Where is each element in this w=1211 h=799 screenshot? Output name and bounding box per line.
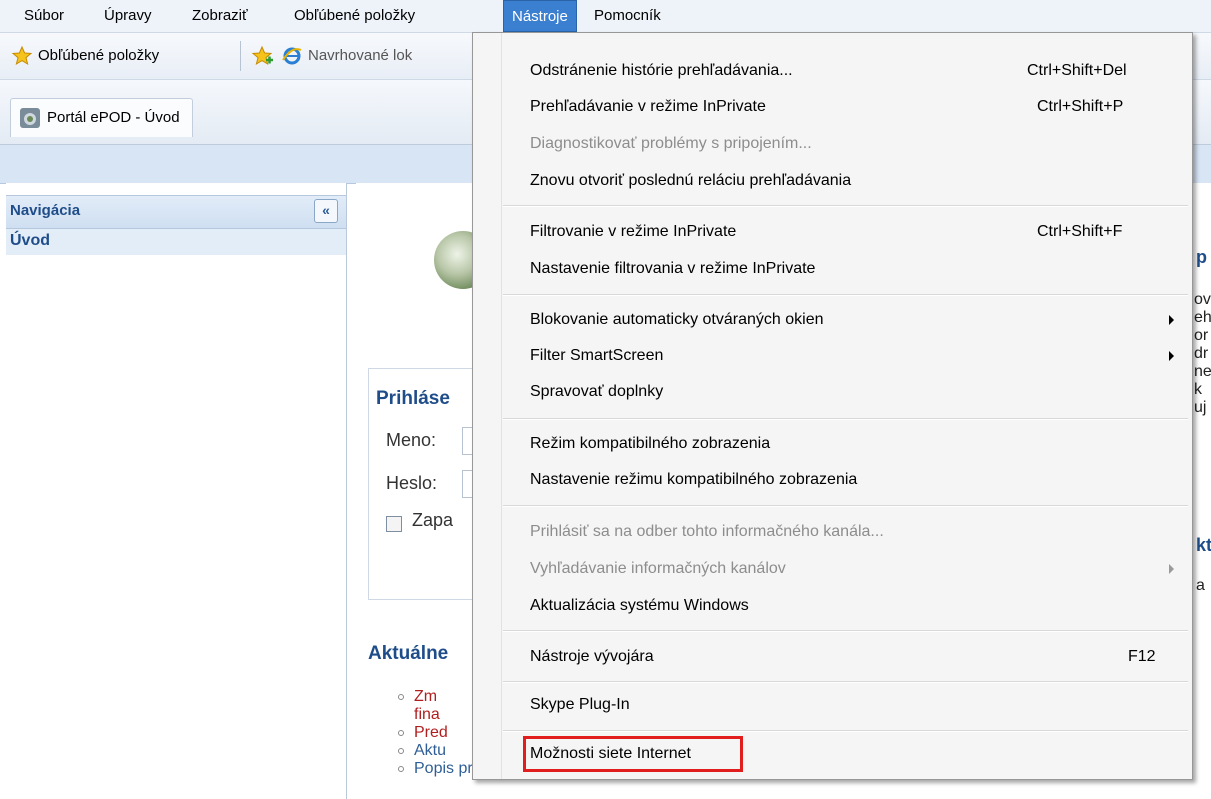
menu-item-inprivate-filtering[interactable]: Filtrovanie v režime InPrivate <box>530 220 736 244</box>
bullet-icon <box>398 765 404 772</box>
submenu-arrow-icon <box>1169 315 1174 325</box>
menu-item-inprivate-filtering-settings[interactable]: Nastavenie filtrovania v režime InPrivat… <box>530 257 815 281</box>
menu-tools[interactable]: Nástroje <box>503 0 577 32</box>
collapse-button[interactable]: « <box>314 199 338 223</box>
menu-bar: Súbor Úpravy Zobraziť Obľúbené položky N… <box>0 0 1211 33</box>
menu-item-subscribe-feed: Prihlásiť sa na odber tohto informačného… <box>530 523 884 540</box>
star-icon <box>12 46 32 66</box>
remember-checkbox[interactable] <box>386 516 402 532</box>
shortcut-developer-tools: F12 <box>1128 648 1156 665</box>
text-fragment: ov <box>1194 291 1211 308</box>
shortcut-delete-history: Ctrl+Shift+Del <box>1027 62 1127 79</box>
login-title: Prihláse <box>376 388 450 409</box>
news-item-continuation: fina <box>414 706 440 723</box>
menu-file[interactable]: Súbor <box>16 0 72 32</box>
menu-separator <box>503 505 1188 507</box>
navigation-header: Navigácia « <box>6 195 346 229</box>
menu-edit[interactable]: Úpravy <box>96 0 160 32</box>
text-fragment: uj <box>1194 399 1207 416</box>
add-favorite-icon[interactable] <box>252 46 274 68</box>
menu-item-feed-discovery: Vyhľadávanie informačných kanálov <box>530 560 786 577</box>
text-fragment: or <box>1194 327 1209 344</box>
nav-item-home-label: Úvod <box>10 232 50 249</box>
submenu-arrow-icon <box>1169 564 1174 574</box>
menu-item-popup-blocker[interactable]: Blokovanie automaticky otváraných okien <box>530 308 824 332</box>
text-fragment: kt <box>1196 535 1211 555</box>
news-title: Aktuálne <box>368 643 449 664</box>
menu-item-reopen-session[interactable]: Znovu otvoriť poslednú reláciu prehľadáv… <box>530 169 851 193</box>
submenu-arrow-icon <box>1169 351 1174 361</box>
menu-separator <box>503 418 1188 420</box>
menu-item-skype-plugin[interactable]: Skype Plug-In <box>530 693 630 717</box>
menu-item-inprivate-browsing[interactable]: Prehľadávanie v režime InPrivate <box>530 95 766 119</box>
navigation-title: Navigácia <box>10 202 81 219</box>
bullet-icon <box>398 747 404 754</box>
shortcut-inprivate-browsing: Ctrl+Shift+P <box>1037 98 1124 115</box>
menu-item-compatibility-view[interactable]: Režim kompatibilného zobrazenia <box>530 432 770 456</box>
news-item[interactable]: Pred <box>398 724 448 742</box>
shortcut-inprivate-filtering: Ctrl+Shift+F <box>1037 223 1123 240</box>
menu-favorites[interactable]: Obľúbené položky <box>286 0 423 32</box>
news-item[interactable]: Aktu <box>398 742 446 760</box>
nav-item-home[interactable]: Úvod <box>6 229 346 255</box>
menu-separator <box>503 205 1188 207</box>
suggested-sites[interactable]: Navrhované lok <box>282 33 412 79</box>
site-favicon-icon <box>20 108 40 129</box>
bullet-icon <box>398 729 404 736</box>
menu-separator <box>503 681 1188 683</box>
menu-item-developer-tools[interactable]: Nástroje vývojára <box>530 645 654 669</box>
menu-separator <box>503 730 1188 732</box>
menu-item-diagnose-connection: Diagnostikovať problémy s pripojením... <box>530 135 812 152</box>
text-fragment: a <box>1196 577 1205 594</box>
text-fragment: p <box>1196 247 1207 267</box>
menu-item-windows-update[interactable]: Aktualizácia systému Windows <box>530 594 749 618</box>
name-label: Meno: <box>386 430 437 450</box>
favorites-button[interactable]: Obľúbené položky <box>12 33 159 79</box>
tools-menu: Odstránenie histórie prehľadávania... Ct… <box>472 32 1193 780</box>
tab-portal-epod[interactable]: Portál ePOD - Úvod <box>10 98 193 137</box>
news-item[interactable]: Zm <box>398 688 437 706</box>
divider <box>240 41 241 71</box>
remember-label: Zapa <box>412 510 454 530</box>
menu-separator <box>503 294 1188 296</box>
menu-item-internet-options[interactable]: Možnosti siete Internet <box>530 742 691 766</box>
menu-item-delete-history[interactable]: Odstránenie histórie prehľadávania... <box>530 59 793 83</box>
text-fragment: dr <box>1194 345 1209 362</box>
menu-separator <box>503 630 1188 632</box>
navigation-panel: Navigácia « Úvod <box>6 183 347 799</box>
menu-view[interactable]: Zobraziť <box>184 0 256 32</box>
text-fragment: eh <box>1194 309 1211 326</box>
text-fragment: ne <box>1194 363 1211 380</box>
ie-icon <box>282 47 302 65</box>
menu-item-compatibility-settings[interactable]: Nastavenie režimu kompatibilného zobraze… <box>530 468 857 492</box>
menu-help[interactable]: Pomocník <box>586 0 669 32</box>
menu-item-manage-addons[interactable]: Spravovať doplnky <box>530 380 663 404</box>
bullet-icon <box>398 693 404 700</box>
password-label: Heslo: <box>386 473 438 493</box>
menu-item-smartscreen[interactable]: Filter SmartScreen <box>530 344 663 368</box>
text-fragment: k <box>1194 381 1202 398</box>
